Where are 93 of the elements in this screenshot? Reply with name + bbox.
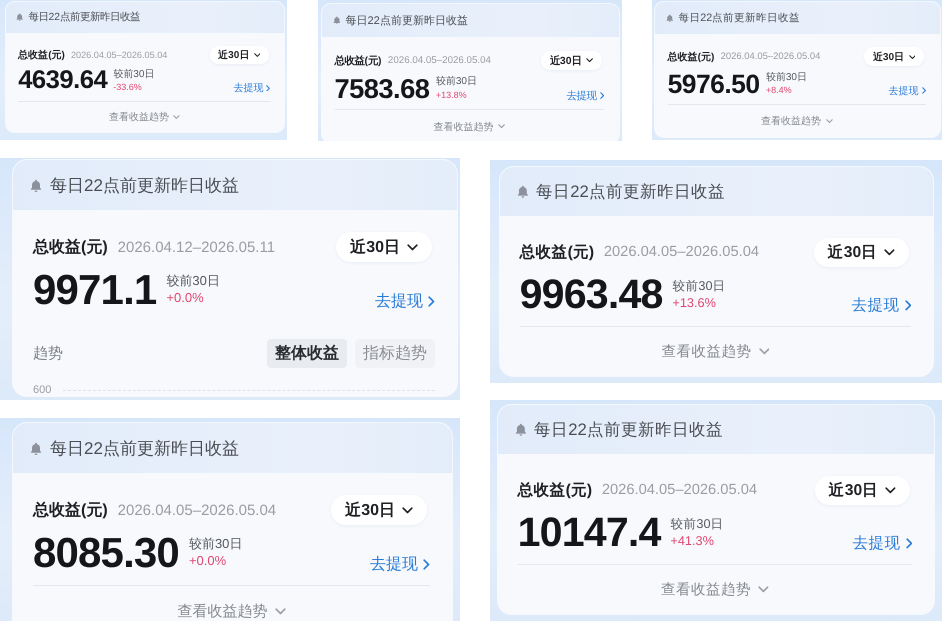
chevron-down-icon	[586, 58, 594, 63]
chevron-down-icon	[254, 52, 260, 58]
total-earnings-label: 总收益(元)	[33, 500, 108, 520]
notice-text: 每日22点前更新昨日收益	[50, 438, 239, 460]
total-amount: 5976.50	[668, 70, 760, 98]
date-range: 2026.04.05–2026.05.04	[70, 50, 168, 60]
bell-icon	[16, 13, 24, 22]
date-range: 2026.04.05–2026.05.04	[604, 244, 760, 260]
chevron-right-icon	[906, 538, 912, 548]
withdraw-link[interactable]: 去提现	[370, 554, 430, 574]
bell-icon	[514, 423, 526, 436]
notice-text: 每日22点前更新昨日收益	[28, 10, 140, 24]
change-percent: -33.6%	[113, 81, 143, 94]
view-trend-button[interactable]: 查看收益趋势	[661, 580, 769, 599]
notice-text: 每日22点前更新昨日收益	[50, 174, 239, 196]
withdraw-link[interactable]: 去提现	[888, 84, 926, 98]
period-dropdown[interactable]: 近30日	[336, 232, 432, 262]
withdraw-link[interactable]: 去提现	[852, 294, 912, 316]
chevron-right-icon	[922, 87, 926, 94]
change-percent: +8.4%	[766, 84, 793, 96]
chevron-right-icon	[266, 84, 271, 92]
chevron-down-icon	[173, 114, 180, 120]
total-earnings-label: 总收益(元)	[520, 242, 594, 263]
date-range: 2026.04.12–2026.05.11	[118, 238, 276, 256]
total-amount: 9963.48	[520, 274, 663, 315]
period-dropdown[interactable]: 近30日	[540, 50, 602, 70]
chevron-right-icon	[428, 296, 435, 306]
chevron-down-icon	[407, 244, 418, 250]
trend-title: 趋势	[33, 344, 63, 363]
compare-label: 较前30日	[670, 516, 724, 532]
total-amount: 4639.64	[18, 68, 108, 94]
bell-icon	[332, 16, 340, 24]
period-dropdown[interactable]: 近30日	[331, 495, 427, 525]
chevron-right-icon	[904, 300, 912, 310]
change-percent: +13.6%	[672, 294, 717, 311]
total-earnings-label: 总收益(元)	[334, 54, 382, 68]
period-dropdown[interactable]: 近30日	[210, 46, 269, 64]
chevron-down-icon	[884, 248, 895, 256]
trend-tab[interactable]: 整体收益	[267, 339, 347, 368]
chevron-down-icon	[758, 348, 770, 355]
chevron-down-icon	[885, 486, 896, 494]
view-trend-button[interactable]: 查看收益趋势	[434, 120, 506, 134]
compare-label: 较前30日	[672, 278, 726, 294]
compare-label: 较前30日	[113, 68, 154, 82]
trend-tab[interactable]: 指标趋势	[355, 339, 435, 368]
withdraw-link[interactable]: 去提现	[566, 88, 604, 103]
chevron-right-icon	[600, 92, 604, 100]
withdraw-link[interactable]: 去提现	[233, 80, 271, 95]
compare-label: 较前30日	[766, 72, 807, 84]
chevron-down-icon	[402, 506, 413, 514]
compare-label: 较前30日	[188, 536, 242, 552]
period-dropdown[interactable]: 近30日	[814, 238, 909, 267]
period-dropdown[interactable]: 近30日	[815, 476, 910, 505]
notice-text: 每日22点前更新昨日收益	[536, 180, 725, 202]
view-trend-button[interactable]: 查看收益趋势	[662, 342, 770, 361]
total-earnings-label: 总收益(元)	[33, 238, 108, 258]
total-earnings-label: 总收益(元)	[18, 48, 65, 62]
date-range: 2026.04.05–2026.05.04	[720, 51, 820, 62]
view-trend-button[interactable]: 查看收益趋势	[761, 114, 833, 128]
axis-label: 600	[33, 384, 52, 396]
date-range: 2026.04.05–2026.05.04	[118, 502, 276, 518]
change-percent: +13.8%	[436, 88, 468, 101]
notice-text: 每日22点前更新昨日收益	[534, 418, 723, 440]
change-percent: +41.3%	[670, 532, 715, 549]
date-range: 2026.04.05–2026.05.04	[388, 55, 491, 66]
total-earnings-label: 总收益(元)	[518, 480, 592, 501]
chevron-right-icon	[423, 558, 430, 570]
bell-icon	[30, 178, 42, 192]
total-amount: 7583.68	[334, 74, 430, 102]
compare-label: 较前30日	[436, 76, 477, 89]
total-amount: 9971.1	[33, 269, 156, 311]
withdraw-link[interactable]: 去提现	[852, 532, 912, 554]
total-amount: 8085.30	[33, 532, 179, 574]
view-trend-button[interactable]: 查看收益趋势	[178, 602, 286, 620]
notice-text: 每日22点前更新昨日收益	[346, 14, 468, 28]
chevron-down-icon	[758, 586, 769, 593]
chevron-down-icon	[826, 118, 833, 123]
chevron-down-icon	[908, 54, 916, 59]
chevron-down-icon	[498, 124, 506, 129]
bell-icon	[666, 14, 674, 22]
date-range: 2026.04.05–2026.05.04	[602, 482, 758, 498]
period-dropdown[interactable]: 近30日	[864, 47, 924, 66]
bell-icon	[516, 185, 528, 198]
total-amount: 10147.4	[518, 512, 661, 553]
total-earnings-label: 总收益(元)	[668, 50, 714, 64]
withdraw-link[interactable]: 去提现	[375, 290, 435, 312]
change-percent: +0.0%	[166, 289, 205, 307]
change-percent: +0.0%	[188, 552, 228, 570]
compare-label: 较前30日	[166, 273, 220, 290]
chevron-down-icon	[274, 608, 286, 614]
view-trend-button[interactable]: 查看收益趋势	[108, 110, 180, 124]
bell-icon	[30, 442, 42, 454]
notice-text: 每日22点前更新昨日收益	[678, 10, 800, 25]
